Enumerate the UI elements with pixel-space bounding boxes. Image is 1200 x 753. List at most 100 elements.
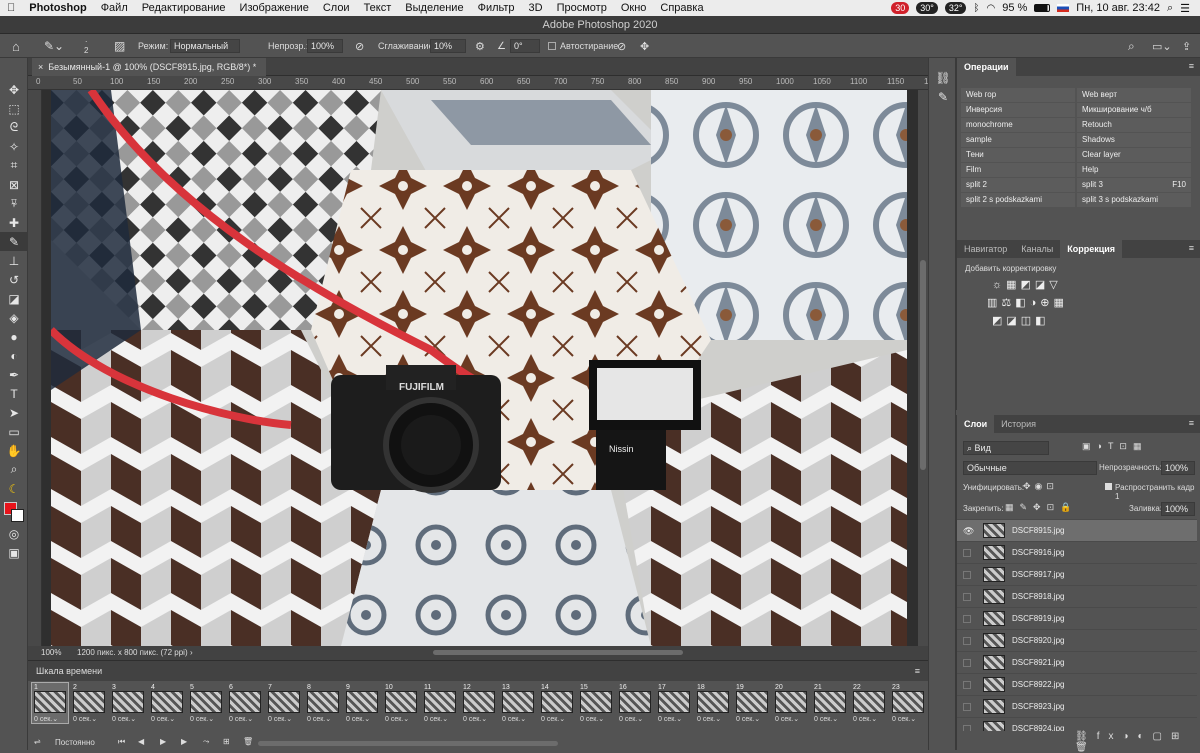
menu-layers[interactable]: Слои (316, 2, 357, 14)
fill-input[interactable]: 100% (1161, 502, 1195, 516)
menu-list-icon[interactable]: ☰ (1180, 2, 1190, 15)
frame-thumbnail[interactable] (580, 691, 612, 713)
frame-thumbnail[interactable] (892, 691, 924, 713)
layer-row[interactable]: DSCF8918.jpg (957, 585, 1197, 607)
action-button[interactable]: Help (1077, 163, 1191, 177)
move-tool-icon[interactable]: ✥ (0, 80, 28, 99)
action-button[interactable]: Web верт (1077, 88, 1191, 102)
blur-icon[interactable]: ● (0, 327, 28, 346)
zoom-level[interactable]: 100% (41, 646, 61, 660)
autoerase-checkbox[interactable] (548, 42, 556, 50)
eyedropper-icon[interactable]: ⍫ (0, 194, 28, 213)
menu-select[interactable]: Выделение (398, 2, 470, 14)
layer-row[interactable]: DSCF8923.jpg (957, 695, 1197, 717)
path-select-icon[interactable]: ➤ (0, 403, 28, 422)
pen-icon[interactable]: ✒ (0, 365, 28, 384)
wifi-icon[interactable]: ◠ (986, 3, 995, 14)
battery-percent[interactable]: 95 % (1002, 2, 1027, 14)
play-icon[interactable]: ▶ (160, 737, 166, 746)
unify-icons[interactable]: ✥◉⊡ (1023, 481, 1058, 492)
eraser-icon[interactable]: ◪ (0, 289, 28, 308)
frame-duration[interactable]: 0 сек.⌄ (112, 715, 136, 723)
history-brush-icon[interactable]: ↺ (0, 270, 28, 289)
timeline-frame[interactable]: 12 0 сек.⌄ (461, 683, 497, 723)
adjustment-icons-row-3[interactable]: ◩◪◫◧ (992, 314, 1050, 327)
dodge-icon[interactable]: ◐ (0, 346, 28, 365)
menu-file[interactable]: Файл (94, 2, 135, 14)
opacity-input[interactable]: 100% (307, 39, 343, 53)
frame-thumbnail[interactable] (268, 691, 300, 713)
frame-thumbnail[interactable] (229, 691, 261, 713)
home-icon[interactable]: ⌂ (12, 34, 20, 58)
frame-thumbnail[interactable] (502, 691, 534, 713)
canvas-area[interactable]: FUJIFILM Nissin (42, 90, 918, 646)
action-button[interactable]: Инверсия (961, 103, 1075, 117)
layer-row[interactable]: DSCF8920.jpg (957, 629, 1197, 651)
timeline-frame[interactable]: 4 0 сек.⌄ (149, 683, 185, 723)
action-button[interactable]: Web гор (961, 88, 1075, 102)
frame-thumbnail[interactable] (736, 691, 768, 713)
vertical-scrollbar[interactable] (918, 90, 928, 646)
paint-bucket-icon[interactable]: ◈ (0, 308, 28, 327)
timeline-frame[interactable]: 6 0 сек.⌄ (227, 683, 263, 723)
tab-history[interactable]: История (994, 415, 1043, 433)
tab-layers[interactable]: Слои (957, 415, 995, 433)
temp-indicator[interactable]: 30° (916, 2, 938, 14)
pressure-opacity-icon[interactable]: ⊘ (355, 34, 364, 58)
clock[interactable]: Пн, 10 авг. 23:42 (1076, 2, 1160, 14)
frame-thumbnail[interactable] (814, 691, 846, 713)
frame-duration[interactable]: 0 сек.⌄ (619, 715, 643, 723)
stamp-icon[interactable]: ⊥ (0, 251, 28, 270)
delete-frame-icon[interactable]: 🗑 (243, 737, 253, 746)
timeline-frame[interactable]: 11 0 сек.⌄ (422, 683, 458, 723)
panel-menu-icon[interactable]: ≡ (1189, 61, 1194, 71)
timeline-frame[interactable]: 23 0 сек.⌄ (890, 683, 926, 723)
frame-thumbnail[interactable] (541, 691, 573, 713)
screen-mode-icon[interactable]: ▣ (0, 543, 28, 562)
layer-row[interactable]: 👁 DSCF8915.jpg (957, 519, 1197, 541)
frame-duration[interactable]: 0 сек.⌄ (268, 715, 292, 723)
eye-icon[interactable]: 👁 (963, 520, 974, 542)
visibility-toggle[interactable] (963, 681, 971, 689)
menu-text[interactable]: Текст (357, 2, 399, 14)
layer-row[interactable]: DSCF8922.jpg (957, 673, 1197, 695)
first-frame-icon[interactable]: ⏮ (118, 737, 125, 747)
temp-indicator-2[interactable]: 32° (944, 2, 967, 14)
background-color[interactable] (11, 509, 24, 522)
pressure-size-icon[interactable]: ⊘ (617, 34, 626, 58)
search-icon[interactable]: ⌕ (1167, 2, 1173, 15)
frame-duration[interactable]: 0 сек.⌄ (190, 715, 214, 723)
blend-mode-select[interactable]: Обычные (963, 461, 1097, 475)
layer-filter-icons[interactable]: ▣◑T⊡▦ (1082, 441, 1147, 452)
search-icon-2[interactable]: ⌕ (1128, 34, 1135, 58)
action-button[interactable]: sample (961, 133, 1075, 147)
menu-view[interactable]: Просмотр (550, 2, 614, 14)
action-button[interactable]: monochrome (961, 118, 1075, 132)
next-frame-icon[interactable]: ▶ (181, 737, 187, 746)
layer-row[interactable]: DSCF8917.jpg (957, 563, 1197, 585)
timeline-frame[interactable]: 1 0 сек.⌄ (31, 682, 69, 724)
frame-thumbnail[interactable] (619, 691, 651, 713)
action-button[interactable]: Shadows (1077, 133, 1191, 147)
frame-duration[interactable]: 0 сек.⌄ (580, 715, 604, 723)
frame-duration[interactable]: 0 сек.⌄ (385, 715, 409, 723)
frame-duration[interactable]: 0 сек.⌄ (775, 715, 799, 723)
frame-tool-icon[interactable]: ⊠ (0, 175, 28, 194)
frame-duration[interactable]: 0 сек.⌄ (814, 715, 838, 723)
frame-thumbnail[interactable] (346, 691, 378, 713)
tab-channels[interactable]: Каналы (1014, 240, 1060, 258)
mode-select[interactable]: Нормальный (170, 39, 240, 53)
action-button[interactable]: split 2 (961, 178, 1075, 192)
menu-edit[interactable]: Редактирование (135, 2, 233, 14)
frame-duration[interactable]: 0 сек.⌄ (307, 715, 331, 723)
gear-icon[interactable]: ⚙ (475, 34, 485, 58)
frame-duration[interactable]: 0 сек.⌄ (736, 715, 760, 723)
action-button[interactable]: Clear layer (1077, 148, 1191, 162)
timeline-frame[interactable]: 17 0 сек.⌄ (656, 683, 692, 723)
action-button[interactable]: split 3 s podskazkami (1077, 193, 1191, 207)
menu-image[interactable]: Изображение (233, 2, 316, 14)
action-button[interactable]: Тени (961, 148, 1075, 162)
frame-duration[interactable]: 0 сек.⌄ (73, 715, 97, 723)
frame-thumbnail[interactable] (307, 691, 339, 713)
frame-thumbnail[interactable] (112, 691, 144, 713)
